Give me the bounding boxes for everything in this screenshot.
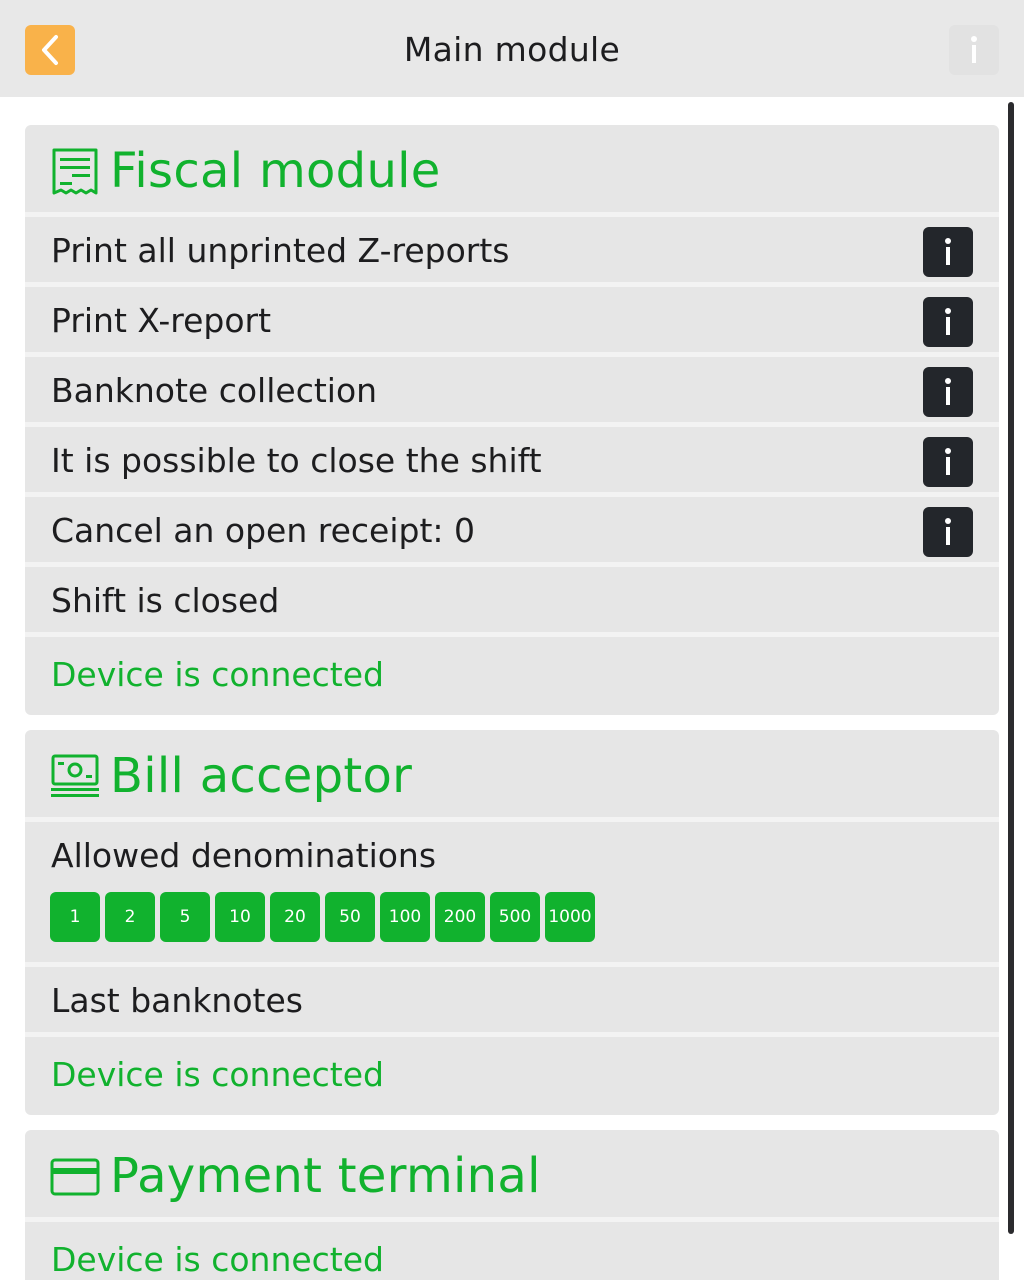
shift-status-row: Shift is closed [25,567,999,637]
denominations-list: 1 2 5 10 20 50 100 200 500 1000 [50,892,595,942]
denomination-chip[interactable]: 2 [105,892,155,942]
denominations-row: Allowed denominations 1 2 5 10 20 50 100… [25,822,999,967]
denominations-label: Allowed denominations [51,836,437,875]
info-button[interactable] [923,367,973,417]
row-label: Print all unprinted Z-reports [51,231,510,270]
fiscal-module-card: Fiscal module Print all unprinted Z-repo… [25,125,999,715]
last-banknotes-row[interactable]: Last banknotes [25,967,999,1037]
card-header: Fiscal module [25,125,999,217]
denomination-chip[interactable]: 200 [435,892,485,942]
info-icon [945,448,951,475]
device-status: Device is connected [51,655,384,694]
banknote-icon [51,754,99,797]
row-label: Cancel an open receipt: 0 [51,511,476,550]
card-title: Payment terminal [110,1148,541,1204]
action-row-cancel-receipt[interactable]: Cancel an open receipt: 0 [25,497,999,567]
info-button[interactable] [923,227,973,277]
shift-status-label: Shift is closed [51,581,280,620]
device-status-row: Device is connected [25,1222,999,1280]
payment-terminal-card: Payment terminal Device is connected [25,1130,999,1280]
card-header: Payment terminal [25,1130,999,1222]
denomination-chip[interactable]: 50 [325,892,375,942]
info-button[interactable] [923,297,973,347]
info-icon [945,518,951,545]
denomination-chip[interactable]: 1 [50,892,100,942]
action-row-print-z-reports[interactable]: Print all unprinted Z-reports [25,217,999,287]
info-icon [945,308,951,335]
info-icon [971,36,977,63]
header-info-button[interactable] [949,25,999,75]
device-status: Device is connected [51,1240,384,1279]
row-label: Print X-report [51,301,272,340]
denomination-chip[interactable]: 5 [160,892,210,942]
info-button[interactable] [923,507,973,557]
denomination-chip[interactable]: 20 [270,892,320,942]
info-icon [945,238,951,265]
row-label: Banknote collection [51,371,378,410]
device-status-row: Device is connected [25,637,999,715]
last-banknotes-label: Last banknotes [51,981,303,1020]
info-icon [945,378,951,405]
row-label: It is possible to close the shift [51,441,542,480]
action-row-close-shift[interactable]: It is possible to close the shift [25,427,999,497]
top-bar: Main module [0,0,1024,97]
denomination-chip[interactable]: 1000 [545,892,595,942]
denomination-chip[interactable]: 100 [380,892,430,942]
receipt-icon [52,148,98,195]
info-button[interactable] [923,437,973,487]
action-row-banknote-collection[interactable]: Banknote collection [25,357,999,427]
card-header: Bill acceptor [25,730,999,822]
action-row-print-x-report[interactable]: Print X-report [25,287,999,357]
denomination-chip[interactable]: 10 [215,892,265,942]
page-title: Main module [403,30,621,69]
credit-card-icon [50,1158,100,1196]
device-status: Device is connected [51,1055,384,1094]
bill-acceptor-card: Bill acceptor Allowed denominations 1 2 … [25,730,999,1115]
card-title: Bill acceptor [110,748,413,804]
device-status-row: Device is connected [25,1037,999,1115]
card-title: Fiscal module [110,143,441,199]
scrollbar[interactable] [1008,102,1014,1234]
denomination-chip[interactable]: 500 [490,892,540,942]
